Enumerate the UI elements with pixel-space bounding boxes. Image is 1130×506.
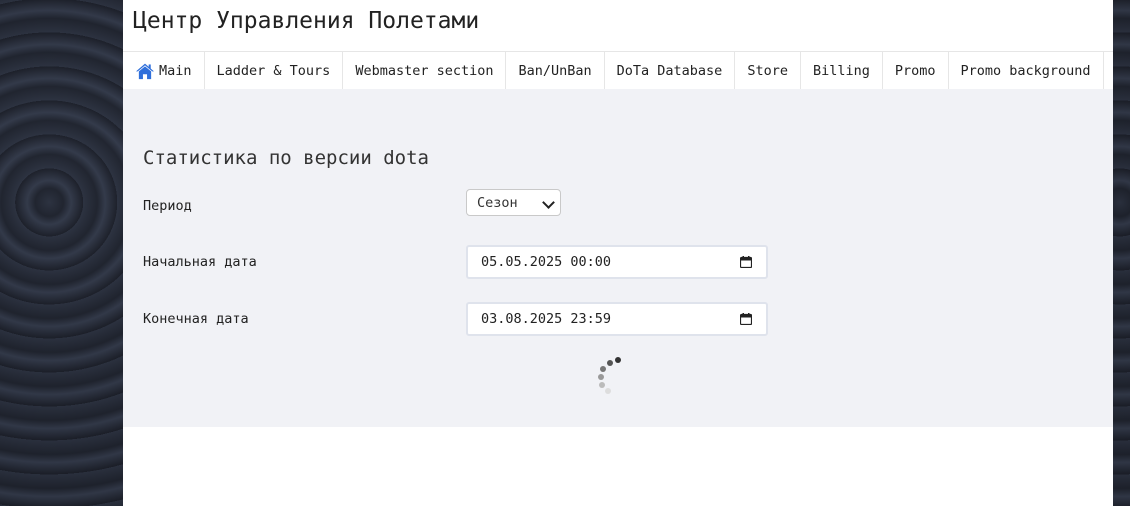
spinner-icon <box>593 355 623 397</box>
home-icon <box>136 63 154 79</box>
nav-item-billing[interactable]: Billing <box>801 52 883 89</box>
nav-item-webmaster[interactable]: Webmaster section <box>343 52 507 89</box>
end-date-input[interactable]: 03.08.2025 23:59 <box>466 302 768 336</box>
start-date-value: 05.05.2025 00:00 <box>481 254 612 270</box>
chevron-down-icon <box>542 196 555 209</box>
period-select[interactable]: Сезон <box>466 189 561 216</box>
end-date-label: Конечная дата <box>143 311 249 327</box>
nav-item-main[interactable]: Main <box>123 52 205 89</box>
nav-item-promo-background[interactable]: Promo background <box>949 52 1104 89</box>
stats-panel: Статистика по версии dota Период Сезон Н… <box>123 89 1113 427</box>
nav-item-ban-unban[interactable]: Ban/UnBan <box>506 52 605 89</box>
nav-item-dota-database[interactable]: DoTa Database <box>605 52 736 89</box>
nav-item-promo[interactable]: Promo <box>883 52 949 89</box>
period-label: Период <box>143 198 192 214</box>
start-date-label: Начальная дата <box>143 254 257 270</box>
nav-item-store[interactable]: Store <box>735 52 801 89</box>
background-art-right <box>1113 0 1130 506</box>
calendar-icon[interactable] <box>740 313 752 325</box>
period-select-value: Сезон <box>477 194 518 211</box>
page-container: Центр Управления Полетами Main Ladder & … <box>123 0 1113 506</box>
background-art-left <box>0 0 123 506</box>
nav-item-label: Main <box>159 62 192 79</box>
site-title: Центр Управления Полетами <box>133 8 480 34</box>
start-date-input[interactable]: 05.05.2025 00:00 <box>466 245 768 279</box>
calendar-icon[interactable] <box>740 256 752 268</box>
end-date-value: 03.08.2025 23:59 <box>481 311 612 327</box>
nav-item-ladder-tours[interactable]: Ladder & Tours <box>205 52 344 89</box>
main-nav: Main Ladder & Tours Webmaster section Ba… <box>123 51 1113 90</box>
section-title: Статистика по версии dota <box>143 147 429 169</box>
